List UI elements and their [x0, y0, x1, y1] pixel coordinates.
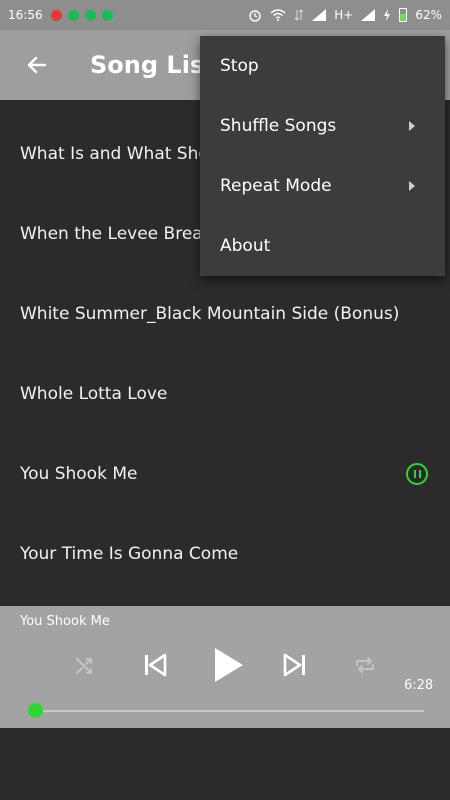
battery-icon [399, 8, 408, 22]
battery-percent: 62% [415, 8, 442, 22]
song-item[interactable]: White Summer_Black Mountain Side (Bonus) [0, 274, 450, 354]
bottom-area [0, 728, 450, 800]
player-panel: You Shook Me 6:28 [0, 606, 450, 728]
menu-item-repeat-mode[interactable]: Repeat Mode [200, 156, 445, 216]
pause-circle-icon[interactable] [406, 463, 428, 485]
progress-thumb[interactable] [28, 703, 43, 718]
menu-item-about[interactable]: About [200, 216, 445, 276]
song-title: White Summer_Black Mountain Side (Bonus) [20, 304, 400, 324]
notification-app-icon [50, 9, 62, 21]
charging-icon [384, 9, 391, 21]
submenu-arrow-icon [409, 121, 415, 131]
menu-item-label: Repeat Mode [220, 176, 332, 196]
notification-whatsapp-icon [101, 9, 113, 21]
menu-item-stop[interactable]: Stop [200, 36, 445, 96]
menu-item-label: Stop [220, 56, 259, 76]
alarm-icon [249, 10, 261, 22]
song-item[interactable]: Whole Lotta Love [0, 354, 450, 434]
repeat-button[interactable] [340, 640, 390, 690]
notification-android-icon [84, 9, 96, 21]
status-time: 16:56 [8, 8, 43, 22]
song-title: You Shook Me [20, 464, 138, 484]
wifi-icon [270, 9, 286, 21]
song-title: Your Time Is Gonna Come [20, 544, 239, 564]
play-icon [215, 648, 243, 682]
player-controls [0, 640, 450, 690]
shuffle-button[interactable] [60, 640, 110, 690]
previous-button[interactable] [130, 640, 180, 690]
song-item[interactable]: Your Time Is Gonna Come [0, 514, 450, 594]
menu-item-label: Shuffle Songs [220, 116, 337, 136]
song-title: When the Levee Breaks [20, 224, 222, 244]
network-type: H+ [334, 8, 354, 22]
signal-icon-2 [361, 9, 376, 21]
song-title: What Is and What Shou [20, 144, 220, 164]
shuffle-icon [76, 658, 92, 674]
page-title: Song List [90, 51, 216, 79]
arrow-left-icon [27, 56, 47, 74]
back-button[interactable] [22, 50, 52, 80]
status-bar: 16:56 H+ 62% [0, 0, 450, 30]
next-button[interactable] [270, 640, 320, 690]
duration-label: 6:28 [404, 678, 434, 693]
menu-item-label: About [220, 236, 271, 256]
progress-track[interactable] [36, 710, 424, 712]
song-item-now-playing[interactable]: You Shook Me [0, 434, 450, 514]
song-title: Whole Lotta Love [20, 384, 168, 404]
signal-icon-1 [312, 9, 327, 21]
overflow-menu: Stop Shuffle Songs Repeat Mode About [200, 36, 445, 276]
notification-chat-icon [67, 9, 79, 21]
status-indicators: H+ 62% [248, 8, 442, 22]
data-transfer-icon [294, 9, 304, 21]
now-playing-title: You Shook Me [20, 614, 110, 629]
play-button[interactable] [203, 640, 253, 690]
submenu-arrow-icon [409, 181, 415, 191]
skip-next-icon [283, 653, 305, 677]
skip-previous-icon [145, 653, 167, 677]
menu-item-shuffle-songs[interactable]: Shuffle Songs [200, 96, 445, 156]
repeat-icon [356, 657, 374, 673]
